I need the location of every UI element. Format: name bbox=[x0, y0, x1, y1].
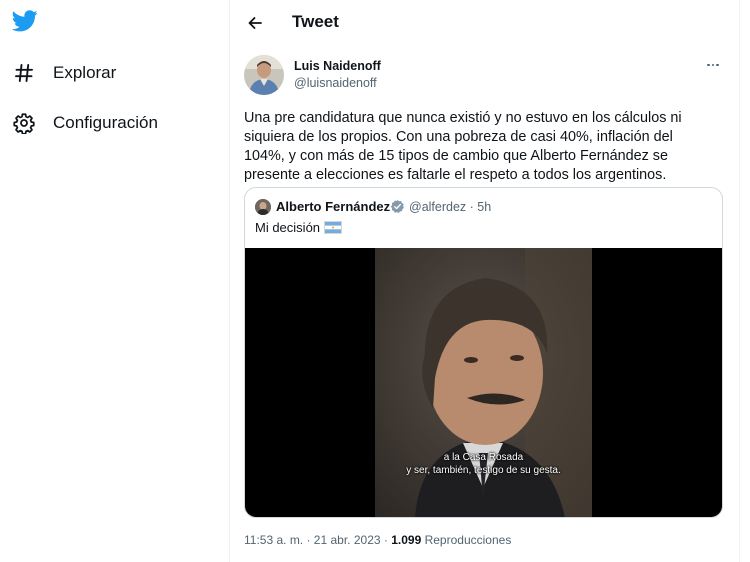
sidebar: Explorar Configuración bbox=[0, 0, 229, 562]
author-handle[interactable]: @luisnaidenoff bbox=[294, 76, 377, 90]
sidebar-item-explorar[interactable]: Explorar bbox=[12, 58, 116, 88]
sidebar-item-label: Configuración bbox=[53, 113, 158, 132]
argentina-flag-icon bbox=[324, 221, 343, 234]
tweet-timestamp[interactable]: 11:53 a. m. · 21 abr. 2023 bbox=[244, 533, 381, 547]
gear-icon bbox=[12, 111, 36, 135]
video-player[interactable]: a la Casa Rosada y ser, también, testigo… bbox=[245, 248, 722, 517]
quote-text: Mi decisión bbox=[255, 220, 343, 235]
quote-avatar[interactable] bbox=[255, 199, 271, 215]
quoted-tweet[interactable]: Alberto Fernández @alferdez · 5h Mi deci… bbox=[244, 187, 723, 518]
hashtag-icon bbox=[12, 61, 36, 85]
page-title: Tweet bbox=[292, 12, 339, 31]
views-label: Reproducciones bbox=[424, 533, 512, 547]
views-count: 1.099 bbox=[391, 533, 422, 547]
tweet-metadata: 11:53 a. m. · 21 abr. 2023 · 1.099 Repro… bbox=[244, 533, 512, 547]
arrow-left-icon bbox=[248, 17, 262, 29]
quote-text-label: Mi decisión bbox=[255, 220, 321, 235]
twitter-bird-icon[interactable] bbox=[11, 10, 40, 36]
video-caption-line: a la Casa Rosada bbox=[443, 452, 524, 463]
avatar[interactable] bbox=[244, 55, 284, 95]
verified-badge-icon bbox=[390, 199, 405, 214]
quote-author-name: Alberto Fernández bbox=[276, 199, 391, 214]
sidebar-item-configuracion[interactable]: Configuración bbox=[12, 108, 158, 138]
tweet-detail-column: Tweet Luis Naidenoff @luisnaidenoff Una … bbox=[229, 0, 740, 562]
page-header: Tweet bbox=[230, 0, 739, 46]
video-frame: a la Casa Rosada y ser, también, testigo… bbox=[375, 248, 592, 517]
tweet-text: Una pre candidatura que nunca existió y … bbox=[244, 110, 682, 183]
back-button[interactable] bbox=[242, 10, 268, 36]
sidebar-item-label: Explorar bbox=[53, 63, 117, 82]
author-name[interactable]: Luis Naidenoff bbox=[294, 59, 381, 73]
more-options-icon[interactable] bbox=[703, 58, 723, 72]
quote-author-handle: @alferdez · 5h bbox=[409, 200, 492, 214]
video-caption-line: y ser, también, testigo de su gesta. bbox=[406, 465, 561, 476]
